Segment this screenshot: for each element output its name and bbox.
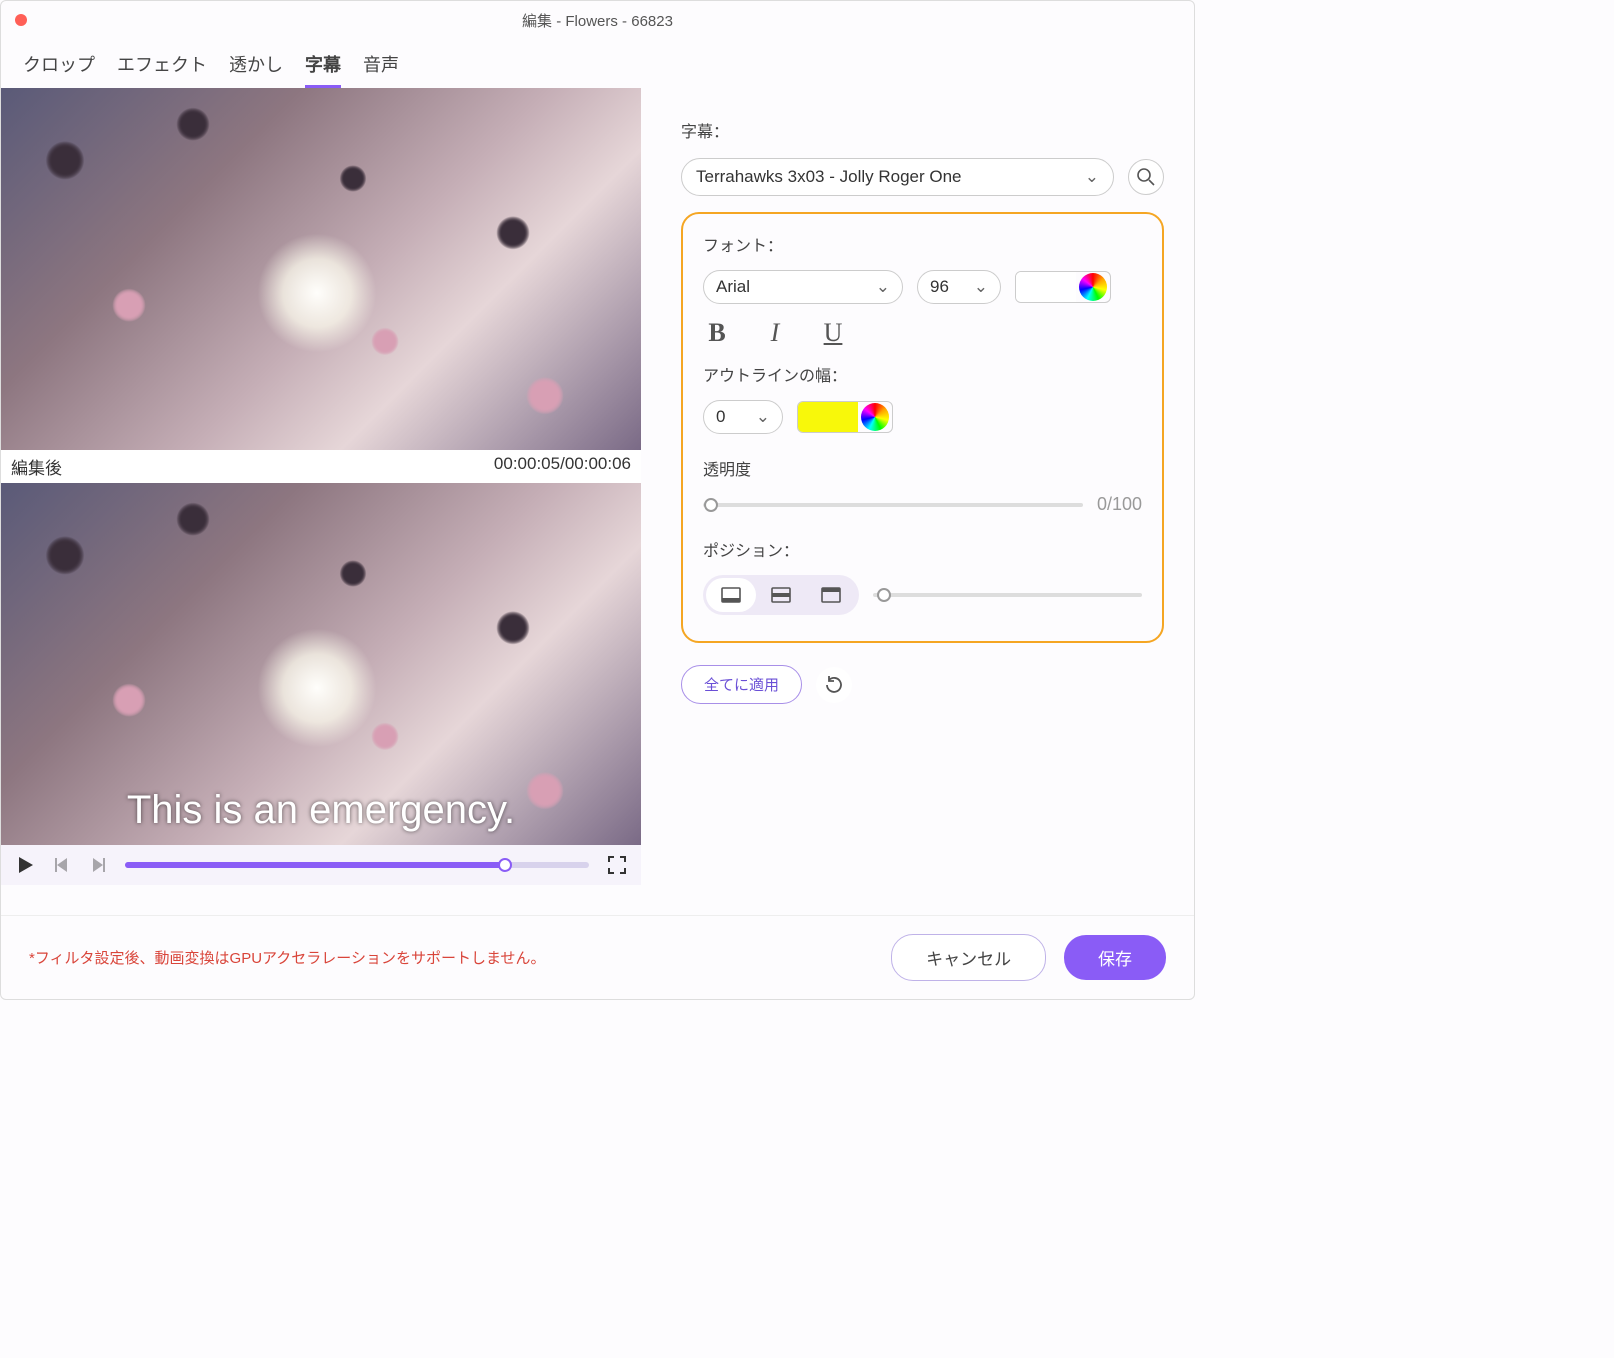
tab-watermark[interactable]: 透かし bbox=[229, 51, 283, 88]
font-family-select[interactable]: Arial ⌄ bbox=[703, 270, 903, 304]
underline-button[interactable]: U bbox=[819, 318, 847, 348]
sun-flare-2 bbox=[257, 628, 377, 748]
titlebar: 編集 - Flowers - 66823 bbox=[1, 1, 1194, 39]
outline-color-swatch bbox=[798, 402, 858, 432]
step-forward-button[interactable] bbox=[89, 856, 107, 874]
footer: *フィルタ設定後、動画変換はGPUアクセラレーションをサポートしません。 キャン… bbox=[1, 915, 1194, 999]
save-button[interactable]: 保存 bbox=[1064, 935, 1166, 980]
footer-buttons: キャンセル 保存 bbox=[891, 934, 1166, 981]
position-toggle bbox=[703, 575, 859, 615]
font-label: フォント： bbox=[703, 232, 1142, 256]
close-icon[interactable] bbox=[15, 14, 27, 26]
preview-edited: This is an emergency. bbox=[1, 483, 641, 845]
reset-button[interactable] bbox=[816, 667, 852, 703]
subtitle-file-value: Terrahawks 3x03 - Jolly Roger One bbox=[696, 167, 962, 187]
preview-meta: 編集後 00:00:05/00:00:06 bbox=[1, 450, 641, 483]
tab-audio[interactable]: 音声 bbox=[363, 51, 399, 88]
opacity-value: 0/100 bbox=[1097, 494, 1142, 515]
preview-column: 編集後 00:00:05/00:00:06 This is an emergen… bbox=[1, 88, 641, 915]
text-color-well[interactable] bbox=[1015, 271, 1111, 303]
cancel-button[interactable]: キャンセル bbox=[891, 934, 1046, 981]
bold-button[interactable]: B bbox=[703, 318, 731, 348]
progress-thumb[interactable] bbox=[498, 858, 512, 872]
body: 編集後 00:00:05/00:00:06 This is an emergen… bbox=[1, 88, 1194, 915]
apply-all-button[interactable]: 全てに適用 bbox=[681, 665, 802, 704]
font-panel: フォント： Arial ⌄ 96 ⌄ B bbox=[681, 212, 1164, 643]
position-label: ポジション： bbox=[703, 537, 1142, 561]
position-thumb[interactable] bbox=[877, 588, 891, 602]
opacity-slider[interactable] bbox=[703, 503, 1083, 507]
preview-time: 00:00:05/00:00:06 bbox=[494, 454, 631, 479]
position-middle-button[interactable] bbox=[756, 578, 806, 612]
fullscreen-button[interactable] bbox=[607, 855, 627, 875]
font-size-value: 96 bbox=[930, 277, 949, 297]
step-back-button[interactable] bbox=[53, 856, 71, 874]
outline-width-select[interactable]: 0 ⌄ bbox=[703, 400, 783, 434]
outline-color-well[interactable] bbox=[797, 401, 893, 433]
subtitle-section-label: 字幕： bbox=[681, 118, 1164, 142]
chevron-down-icon: ⌄ bbox=[974, 277, 988, 297]
color-wheel-icon bbox=[1079, 273, 1107, 301]
position-top-button[interactable] bbox=[806, 578, 856, 612]
tab-subtitle[interactable]: 字幕 bbox=[305, 51, 341, 88]
outline-width-value: 0 bbox=[716, 407, 725, 427]
subtitle-file-select[interactable]: Terrahawks 3x03 - Jolly Roger One ⌄ bbox=[681, 158, 1114, 196]
play-button[interactable] bbox=[15, 855, 35, 875]
font-family-value: Arial bbox=[716, 277, 750, 297]
tab-effect[interactable]: エフェクト bbox=[117, 51, 207, 88]
chevron-down-icon: ⌄ bbox=[756, 407, 770, 427]
progress-fill bbox=[125, 862, 505, 868]
rendered-subtitle: This is an emergency. bbox=[127, 788, 515, 833]
opacity-label: 透明度 bbox=[703, 456, 1142, 480]
outline-label: アウトラインの幅： bbox=[703, 362, 1142, 386]
settings-column: 字幕： Terrahawks 3x03 - Jolly Roger One ⌄ … bbox=[641, 88, 1194, 915]
tab-bar: クロップ エフェクト 透かし 字幕 音声 bbox=[1, 39, 1194, 88]
editor-window: 編集 - Flowers - 66823 クロップ エフェクト 透かし 字幕 音… bbox=[0, 0, 1195, 1000]
opacity-thumb[interactable] bbox=[704, 498, 718, 512]
chevron-down-icon: ⌄ bbox=[876, 277, 890, 297]
font-size-select[interactable]: 96 ⌄ bbox=[917, 270, 1001, 304]
position-bottom-button[interactable] bbox=[706, 578, 756, 612]
color-wheel-icon bbox=[861, 403, 889, 431]
window-title: 編集 - Flowers - 66823 bbox=[522, 10, 673, 31]
player-bar bbox=[1, 845, 641, 885]
text-style-row: B I U bbox=[703, 318, 1142, 348]
text-color-swatch bbox=[1016, 272, 1076, 302]
tab-crop[interactable]: クロップ bbox=[23, 51, 95, 88]
italic-button[interactable]: I bbox=[761, 318, 789, 348]
sun-flare bbox=[257, 233, 377, 353]
preview-original bbox=[1, 88, 641, 450]
chevron-down-icon: ⌄ bbox=[1085, 167, 1099, 187]
search-button[interactable] bbox=[1128, 159, 1164, 195]
progress-slider[interactable] bbox=[125, 862, 589, 868]
position-slider[interactable] bbox=[873, 593, 1142, 597]
preview-after-label: 編集後 bbox=[11, 454, 62, 479]
gpu-warning: *フィルタ設定後、動画変換はGPUアクセラレーションをサポートしません。 bbox=[29, 947, 546, 968]
